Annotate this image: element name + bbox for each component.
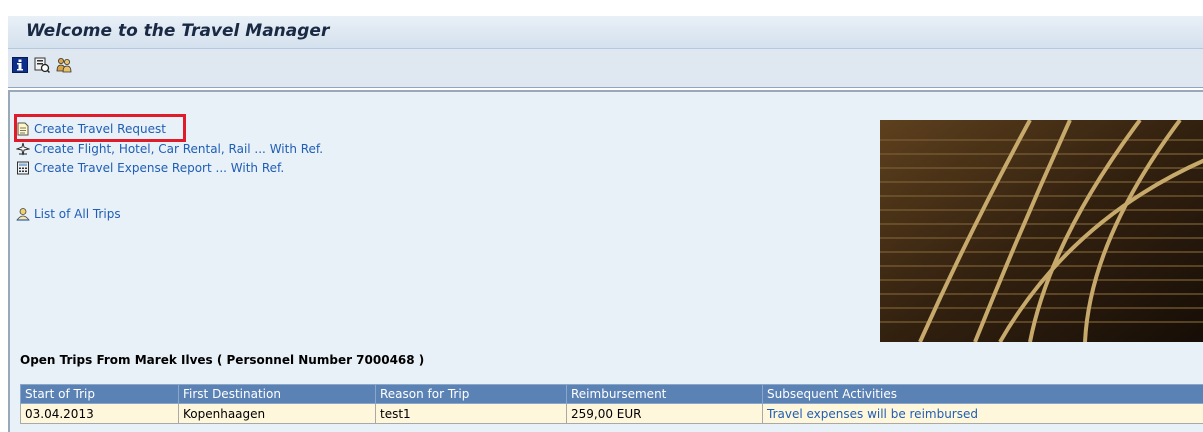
- column-header[interactable]: Start of Trip: [21, 385, 179, 404]
- top-strip: [0, 0, 1203, 16]
- info-icon[interactable]: [12, 57, 28, 73]
- cell-reason-for-trip: test1: [376, 404, 567, 424]
- column-header[interactable]: Reimbursement: [567, 385, 763, 404]
- link-label[interactable]: List of All Trips: [34, 207, 121, 221]
- title-bar: Welcome to the Travel Manager: [8, 16, 1203, 49]
- link-create-flight-hotel[interactable]: Create Flight, Hotel, Car Rental, Rail .…: [16, 140, 323, 158]
- link-create-expense-report[interactable]: Create Travel Expense Report ... With Re…: [16, 159, 284, 177]
- open-trips-table: Start of Trip First Destination Reason f…: [20, 384, 1203, 424]
- main-content: Create Travel Request Create Flight, Hot…: [8, 90, 1203, 432]
- column-header[interactable]: Reason for Trip: [376, 385, 567, 404]
- open-trips-heading: Open Trips From Marek Ilves ( Personnel …: [20, 353, 424, 367]
- table-row[interactable]: 03.04.2013 Kopenhaagen test1 259,00 EUR …: [21, 404, 1203, 424]
- column-header[interactable]: Subsequent Activities: [763, 385, 1203, 404]
- cell-subsequent-activities-link[interactable]: Travel expenses will be reimbursed: [763, 404, 1203, 424]
- link-label[interactable]: Create Travel Expense Report ... With Re…: [34, 161, 284, 175]
- link-label[interactable]: Create Flight, Hotel, Car Rental, Rail .…: [34, 142, 323, 156]
- table-header-row: Start of Trip First Destination Reason f…: [21, 385, 1203, 404]
- calculator-icon: [16, 161, 30, 175]
- cell-reimbursement: 259,00 EUR: [567, 404, 763, 424]
- person-list-icon: [16, 207, 30, 221]
- link-label[interactable]: Create Travel Request: [34, 122, 166, 136]
- link-create-travel-request[interactable]: Create Travel Request: [16, 120, 166, 138]
- cell-first-destination: Kopenhaagen: [179, 404, 376, 424]
- airplane-icon: [16, 142, 30, 156]
- railway-tracks-photo: [880, 120, 1203, 342]
- users-icon[interactable]: [56, 57, 72, 73]
- document-icon: [16, 122, 30, 136]
- cell-start-of-trip: 03.04.2013: [21, 404, 179, 424]
- page-title: Welcome to the Travel Manager: [26, 21, 329, 41]
- toolbar: [8, 49, 1203, 88]
- overview-icon[interactable]: [34, 57, 50, 73]
- link-list-all-trips[interactable]: List of All Trips: [16, 205, 121, 223]
- column-header[interactable]: First Destination: [179, 385, 376, 404]
